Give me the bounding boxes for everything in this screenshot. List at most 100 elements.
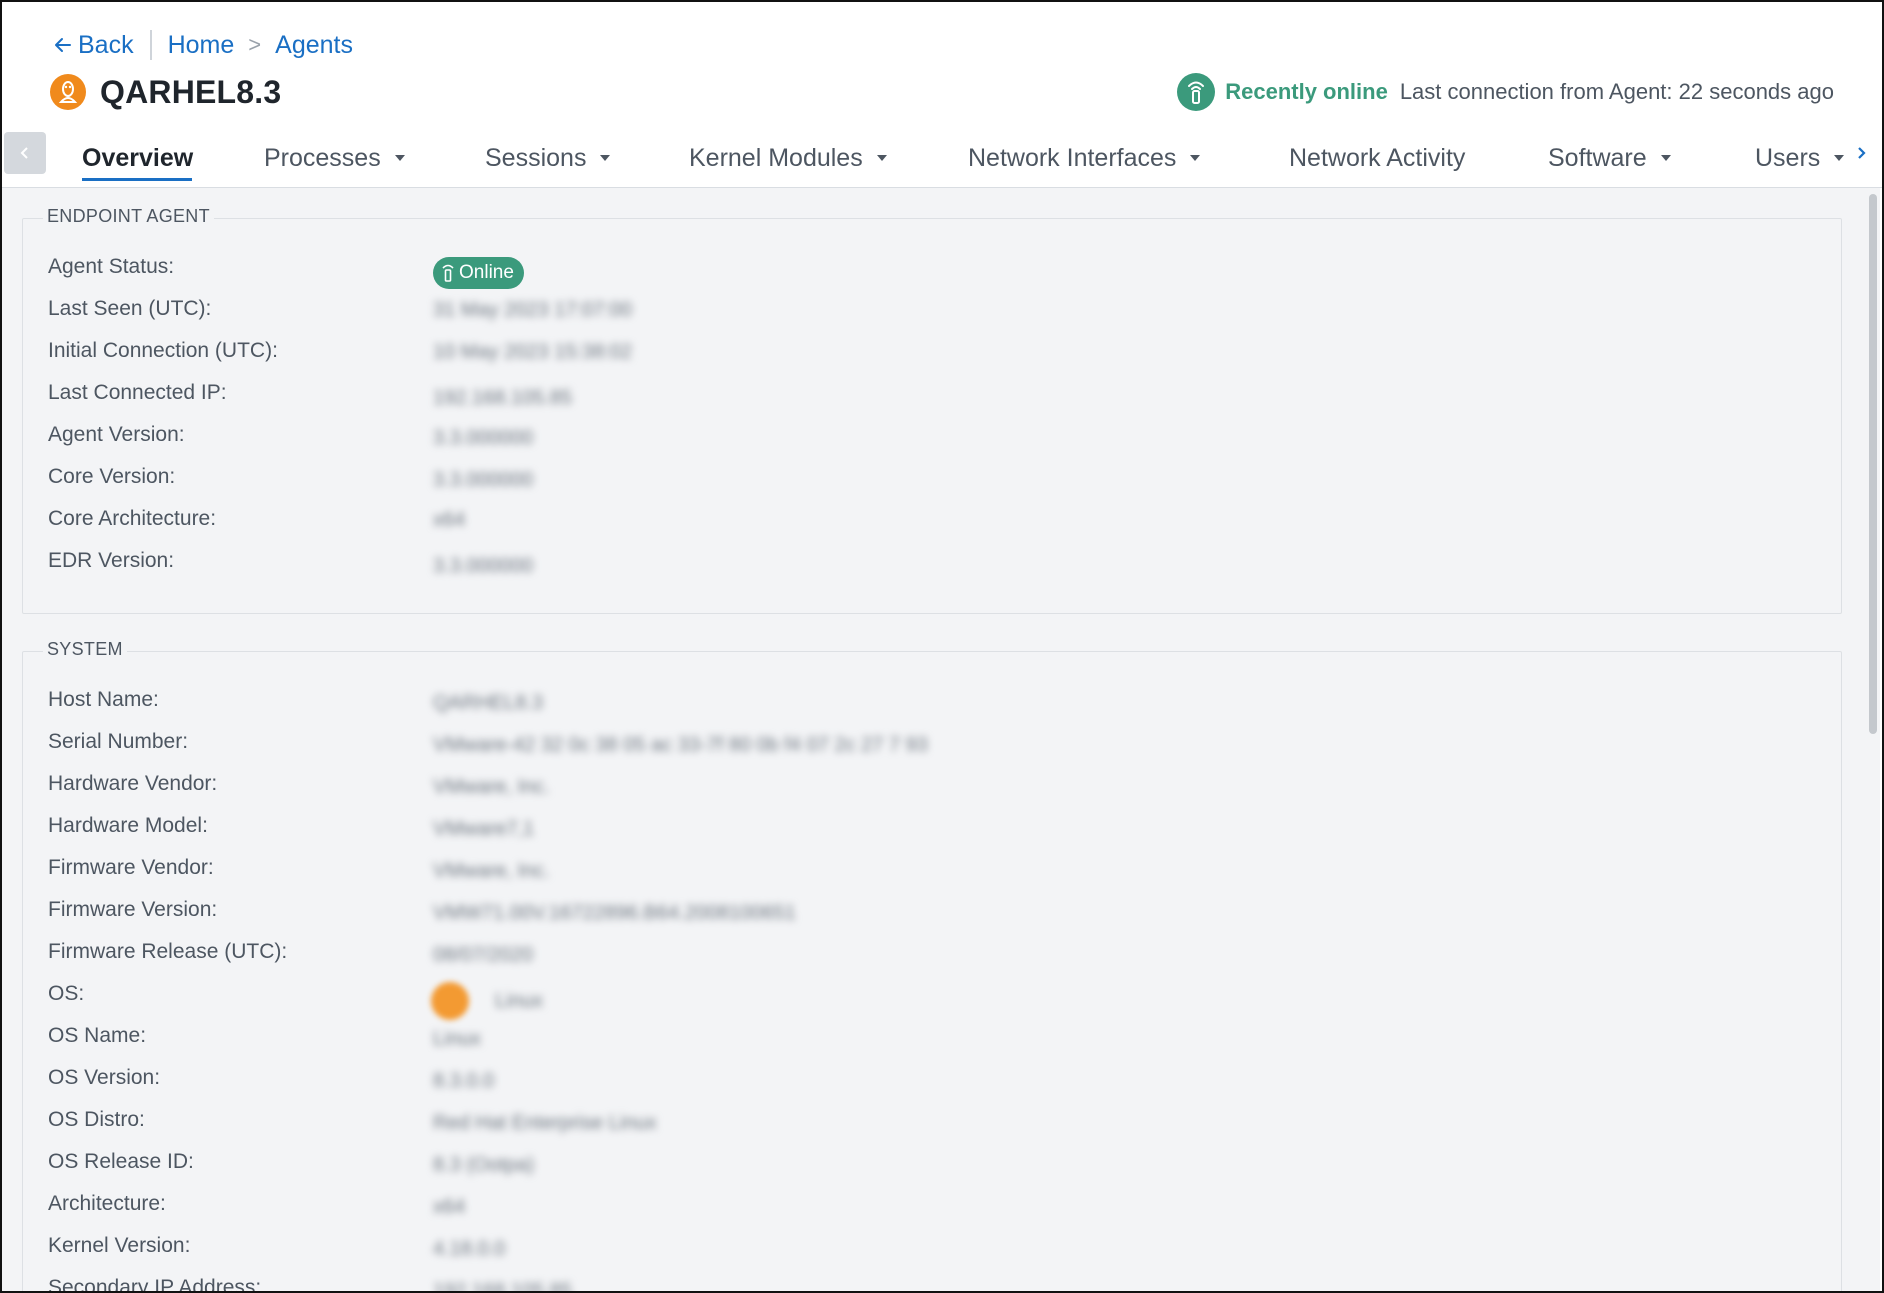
tab-label: Network Interfaces	[968, 143, 1177, 172]
status-badge-label: Online	[459, 262, 514, 283]
field-value: 8.3 (Ootpa)	[433, 1154, 535, 1176]
field-label: Hardware Vendor:	[48, 772, 218, 795]
field-label: Firmware Vendor:	[48, 856, 214, 879]
tabs-scroll-left-button[interactable]	[4, 132, 46, 174]
back-link[interactable]: Back	[54, 31, 134, 60]
system-section: SYSTEM Host Name: QARHEL8.3 Serial Numbe…	[22, 639, 1842, 1293]
field-value: x64	[433, 1196, 466, 1218]
field-label: Secondary IP Address:	[48, 1276, 262, 1293]
field-value: 192.168.105.85	[433, 1280, 573, 1293]
tab-sessions[interactable]: Sessions	[485, 136, 611, 180]
field-value: x64	[433, 509, 466, 531]
section-heading: ENDPOINT AGENT	[43, 206, 214, 227]
tab-processes[interactable]: Processes	[264, 136, 405, 180]
field-value: QARHEL8.3	[433, 692, 544, 714]
scrollbar-thumb[interactable]	[1869, 194, 1877, 734]
last-connection-text: Last connection from Agent: 22 seconds a…	[1399, 79, 1834, 104]
caret-down-icon	[1834, 155, 1845, 161]
caret-down-icon	[1660, 155, 1671, 161]
caret-down-icon	[876, 155, 887, 161]
field-value: 3.3.000000	[433, 555, 534, 577]
caret-down-icon	[600, 155, 611, 161]
field-value: VMW71.00V.16722896.B64.2008100651	[433, 902, 796, 924]
field-value: VMware, Inc.	[433, 860, 550, 882]
tab-users[interactable]: Users	[1755, 136, 1845, 180]
field-label: OS:	[48, 982, 85, 1005]
field-value: 3.3.000000	[433, 469, 534, 491]
field-value: 8.3.0.0	[433, 1070, 495, 1092]
section-heading: SYSTEM	[43, 639, 127, 660]
tab-kernel-modules[interactable]: Kernel Modules	[689, 136, 887, 180]
status-badge: Online	[433, 257, 524, 289]
field-value: Linux	[495, 990, 543, 1012]
field-value: 31 May 2023 17:07:00	[433, 299, 633, 321]
endpoint-agent-section: ENDPOINT AGENT Agent Status: Online Last…	[22, 206, 1842, 614]
field-value: 3.3.000000	[433, 427, 534, 449]
field-value: VMware7,1	[433, 818, 535, 840]
overview-content: ENDPOINT AGENT Agent Status: Online Last…	[2, 188, 1866, 1293]
field-value: 4.18.0.0	[433, 1238, 506, 1260]
chevron-left-icon	[20, 147, 28, 159]
field-value: Red Hat Enterprise Linux	[433, 1112, 657, 1134]
tab-overview[interactable]: Overview	[82, 136, 193, 180]
field-label: Core Version:	[48, 465, 176, 488]
breadcrumb-agents[interactable]: Agents	[275, 31, 353, 60]
field-label: Firmware Release (UTC):	[48, 940, 288, 963]
field-label: Last Connected IP:	[48, 381, 227, 404]
agent-signal-icon	[1177, 73, 1216, 111]
back-label: Back	[78, 30, 134, 59]
title-row: QARHEL8.3	[50, 72, 281, 112]
arrow-left-icon	[55, 38, 71, 52]
tab-label: Overview	[82, 143, 194, 172]
field-label: Initial Connection (UTC):	[48, 339, 278, 362]
tab-network-activity[interactable]: Network Activity	[1289, 136, 1465, 180]
field-label: Last Seen (UTC):	[48, 297, 212, 320]
field-label: Firmware Version:	[48, 898, 218, 921]
tab-label: Sessions	[485, 143, 587, 172]
field-label: Agent Status:	[48, 255, 175, 278]
field-label: OS Distro:	[48, 1108, 145, 1131]
field-label: OS Release ID:	[48, 1150, 194, 1173]
field-value: VMware, Inc.	[433, 776, 550, 798]
caret-down-icon	[1190, 155, 1201, 161]
breadcrumb: Back Home > Agents	[54, 30, 353, 60]
agent-connection-status: Recently online Last connection from Age…	[1177, 72, 1834, 112]
field-label: Kernel Version:	[48, 1234, 191, 1257]
field-label: Architecture:	[48, 1192, 166, 1215]
active-tab-indicator	[82, 178, 192, 181]
app-window: Back Home > Agents QARHEL8.3 Recently on…	[0, 0, 1884, 1293]
field-value: VMware-42 32 0c 38 05 ac 33-7f 80 0b f4 …	[433, 734, 928, 756]
tab-software[interactable]: Software	[1548, 136, 1671, 180]
chevron-right-icon	[1858, 147, 1866, 159]
field-label: OS Version:	[48, 1066, 161, 1089]
field-label: Agent Version:	[48, 423, 185, 446]
tab-label: Processes	[264, 143, 381, 172]
breadcrumb-separator: >	[248, 32, 262, 57]
tab-bar: Overview Processes Sessions Kernel Modul…	[2, 128, 1882, 188]
field-label: Core Architecture:	[48, 507, 217, 530]
agent-signal-icon	[442, 264, 454, 282]
field-label: Hardware Model:	[48, 814, 208, 837]
tab-label: Software	[1548, 143, 1647, 172]
linux-tux-icon	[431, 982, 469, 1020]
breadcrumb-divider	[149, 30, 152, 60]
field-value: 192.168.105.85	[433, 387, 573, 409]
field-value: Linux	[433, 1028, 481, 1050]
vertical-scrollbar[interactable]	[1866, 188, 1880, 1291]
breadcrumb-home[interactable]: Home	[168, 31, 235, 60]
tab-network-interfaces[interactable]: Network Interfaces	[968, 136, 1201, 180]
linux-tux-icon	[50, 74, 86, 110]
caret-down-icon	[394, 155, 405, 161]
field-label: EDR Version:	[48, 549, 175, 572]
field-label: Serial Number:	[48, 730, 189, 753]
field-value: 10 May 2023 15:38:02	[433, 341, 633, 363]
status-label: Recently online	[1225, 79, 1388, 104]
page-title: QARHEL8.3	[100, 73, 282, 110]
tab-label: Kernel Modules	[689, 143, 863, 172]
tab-label: Network Activity	[1289, 143, 1466, 172]
field-label: OS Name:	[48, 1024, 147, 1047]
tabs-scroll-right-button[interactable]	[1850, 138, 1874, 168]
tab-label: Users	[1755, 143, 1821, 172]
field-value: 08/07/2020	[433, 944, 534, 966]
field-label: Host Name:	[48, 688, 159, 711]
